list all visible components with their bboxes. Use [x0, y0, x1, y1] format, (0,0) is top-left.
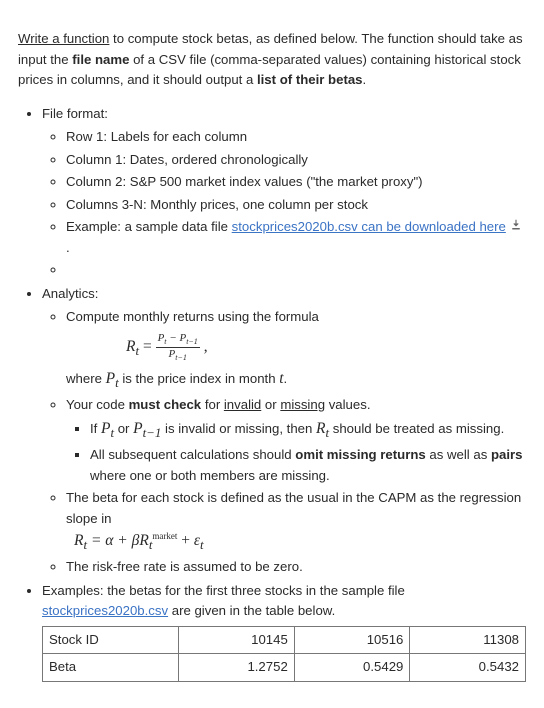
main-list: File format: Row 1: Labels for each colu…: [18, 104, 526, 682]
intro-lead: Write a function: [18, 31, 109, 46]
betas-table: Stock ID 10145 10516 11308 Beta 1.2752 0…: [42, 626, 526, 682]
empty-bullet: [66, 260, 526, 280]
analytics-heading: Analytics:: [42, 286, 98, 301]
beta-3: 0.5432: [410, 654, 526, 681]
riskfree-item: The risk-free rate is assumed to be zero…: [66, 557, 526, 577]
file-format-sublist: Row 1: Labels for each column Column 1: …: [42, 127, 526, 280]
stockid-1: 10145: [179, 626, 295, 653]
table-row: Beta 1.2752 0.5429 0.5432: [43, 654, 526, 681]
download-icon[interactable]: [510, 217, 522, 237]
beta-1: 1.2752: [179, 654, 295, 681]
sample-file-link[interactable]: stockprices2020b.csv can be downloaded h…: [232, 219, 506, 234]
file-format-heading: File format:: [42, 106, 108, 121]
where-line: where Pt is the price index in month t.: [66, 371, 287, 386]
problem-intro: Write a function to compute stock betas,…: [18, 29, 526, 90]
col1-label: Column 1: Dates, ordered chronologically: [66, 150, 526, 170]
stockid-2: 10516: [294, 626, 410, 653]
beta-2: 0.5429: [294, 654, 410, 681]
returns-intro: Compute monthly returns using the formul…: [66, 309, 319, 324]
check-sublist: If Pt or Pt−1 is invalid or missing, the…: [66, 417, 526, 486]
col3n-label: Columns 3-N: Monthly prices, one column …: [66, 195, 526, 215]
example-post: .: [66, 240, 70, 255]
stockid-3: 11308: [410, 626, 526, 653]
table-row: Stock ID 10145 10516 11308: [43, 626, 526, 653]
capm-formula: Rt = α + βRtmarket + εt: [74, 529, 526, 555]
analytics-item: Analytics: Compute monthly returns using…: [42, 284, 526, 578]
intro-listbetas: list of their betas: [257, 72, 363, 87]
examples-item: Examples: the betas for the first three …: [42, 581, 526, 682]
intro-filename: file name: [72, 52, 129, 67]
beta-label: Beta: [43, 654, 179, 681]
returns-item: Compute monthly returns using the formul…: [66, 307, 526, 393]
row1-label: Row 1: Labels for each column: [66, 127, 526, 147]
intro-seg3: .: [363, 72, 367, 87]
stockid-label: Stock ID: [43, 626, 179, 653]
analytics-sublist: Compute monthly returns using the formul…: [42, 307, 526, 578]
example-line: Example: a sample data file stockprices2…: [66, 217, 526, 258]
file-format-item: File format: Row 1: Labels for each colu…: [42, 104, 526, 281]
beta-def-item: The beta for each stock is defined as th…: [66, 488, 526, 555]
omit-pairs-item: All subsequent calculations should omit …: [90, 445, 526, 486]
sample-file-link-2[interactable]: stockprices2020b.csv: [42, 603, 168, 618]
col2-label: Column 2: S&P 500 market index values ("…: [66, 172, 526, 192]
returns-formula: Rt = Pt − Pt−1Pt−1 ,: [126, 332, 526, 363]
check-values-item: Your code must check for invalid or miss…: [66, 395, 526, 486]
if-missing-item: If Pt or Pt−1 is invalid or missing, the…: [90, 417, 526, 443]
example-pre: Example: a sample data file: [66, 219, 232, 234]
